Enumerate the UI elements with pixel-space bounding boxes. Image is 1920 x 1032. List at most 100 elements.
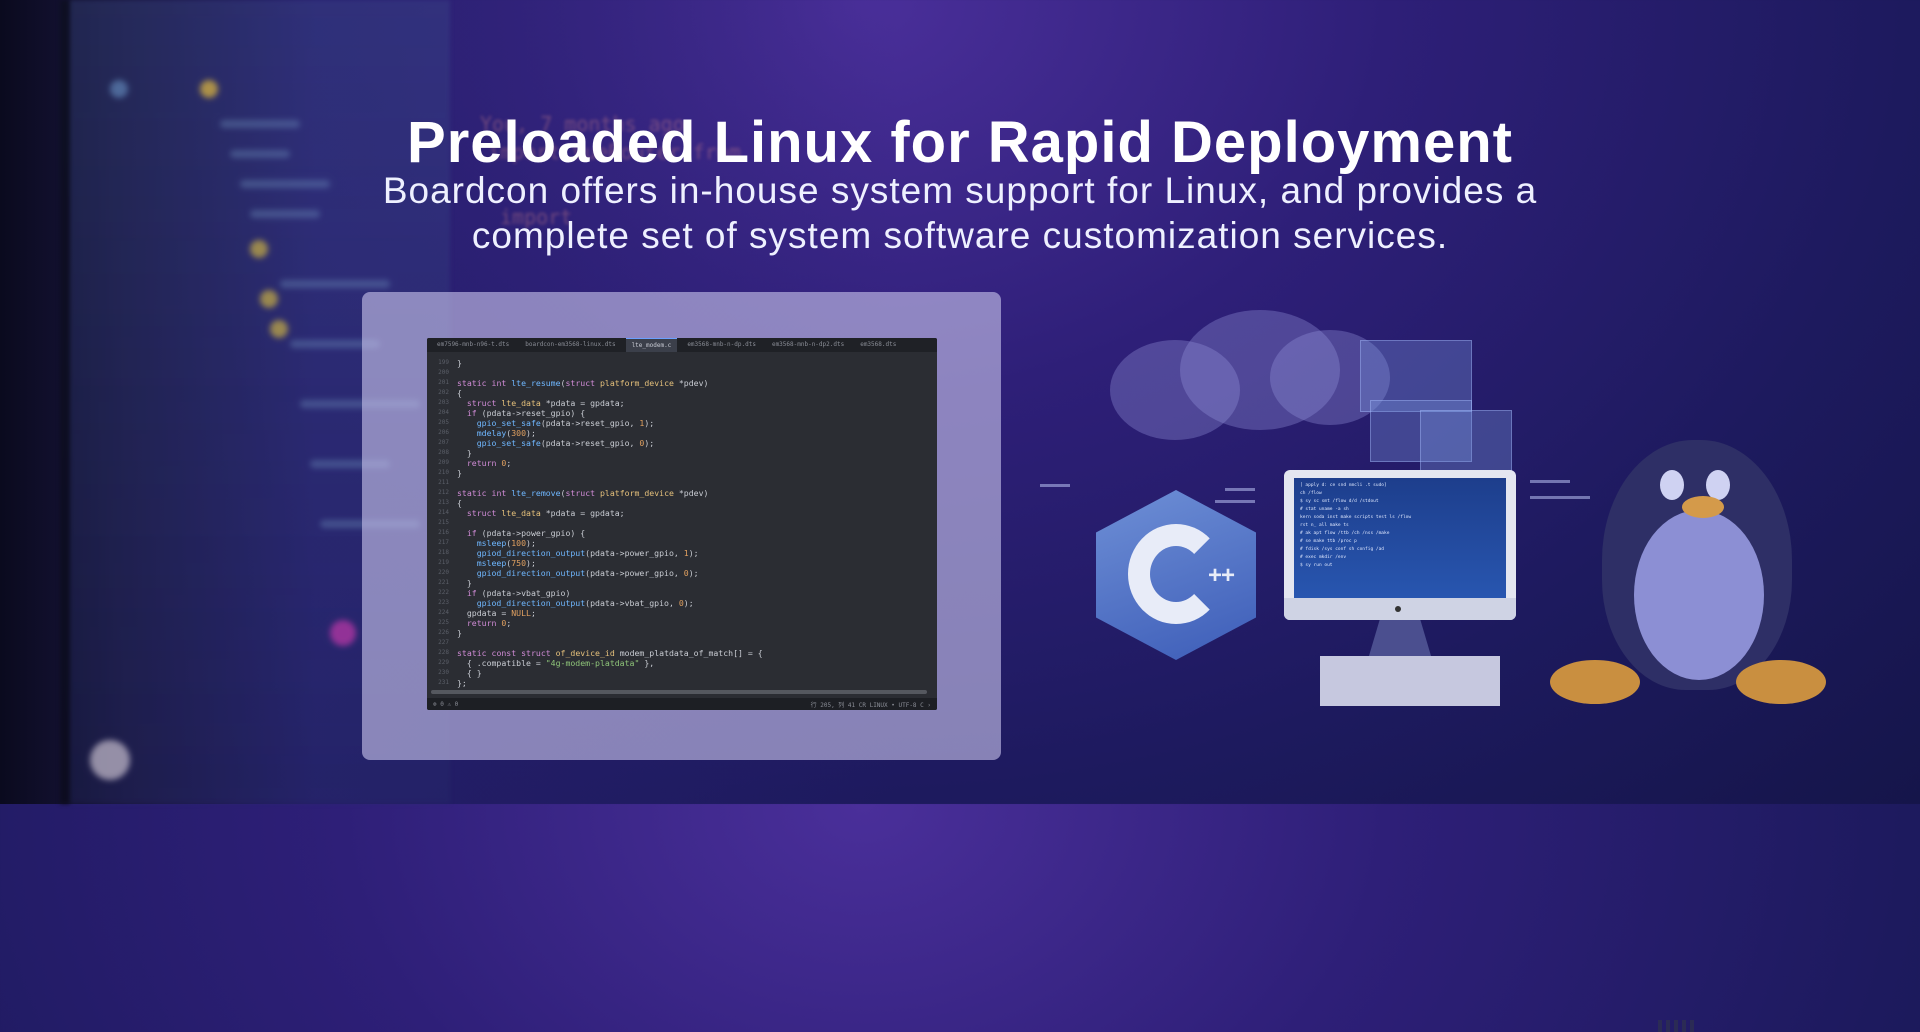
code-line: 211 — [427, 478, 937, 488]
cplusplus-plus-glyph: ++ — [1208, 562, 1235, 589]
code-line: 222 if (pdata->vbat_gpio) — [427, 588, 937, 598]
code-text: if (pdata->power_gpio) { — [466, 528, 586, 538]
decor-dash — [1215, 500, 1255, 503]
line-number: 229 — [438, 659, 449, 666]
subtitle-line-1: Boardcon offers in-house system support … — [382, 170, 1538, 211]
line-number: 208 — [438, 449, 449, 456]
code-text: { — [457, 388, 462, 398]
editor-tab[interactable]: em7596-mnb-n96-t.dts — [431, 338, 515, 352]
code-text: { .compatible = "4g-modem-platdata" }, — [457, 658, 655, 668]
code-line: 218 gpiod_direction_output(pdata->power_… — [427, 548, 937, 558]
decor-dash — [1530, 496, 1590, 499]
code-line: 205 gpio_set_safe(pdata->reset_gpio, 1); — [427, 418, 937, 428]
code-editor-screenshot: em7596-mnb-n96-t.dts boardcon-em3568-linu… — [427, 338, 937, 710]
code-line: 201 static int lte_resume(struct platform… — [427, 378, 937, 388]
editor-tab[interactable]: em3568.dts — [854, 338, 902, 352]
code-text: }; — [457, 678, 467, 688]
code-line: 226} — [427, 628, 937, 638]
code-line: 215 — [427, 518, 937, 528]
blur-line — [250, 210, 320, 218]
blur-dot — [330, 620, 356, 646]
line-number: 220 — [438, 569, 449, 576]
code-text: } — [457, 468, 462, 478]
decor-dash — [1530, 480, 1570, 483]
penguin-eye — [1660, 470, 1684, 500]
code-text: struct lte_data *pdata = gpdata; — [466, 398, 625, 408]
code-line: 208 } — [427, 448, 937, 458]
code-text: mdelay(300); — [476, 428, 536, 438]
line-number: 227 — [438, 639, 449, 646]
floating-panel — [1420, 410, 1512, 472]
terminal-line: # ak apt flow /ttb /ch /nss /make — [1300, 531, 1390, 536]
line-number: 210 — [438, 469, 449, 476]
code-line: 204 if (pdata->reset_gpio) { — [427, 408, 937, 418]
monitor-logo-dot — [1395, 606, 1401, 612]
terminal-line: # exec mkdir /env — [1300, 555, 1347, 560]
editor-tab[interactable]: em3568-mnb-n-dp.dts — [681, 338, 762, 352]
monitor-screen-terminal: [ apply d: ce snd nmcli .t sudo] ch /flo… — [1294, 478, 1506, 598]
editor-tab[interactable]: boardcon-em3568-linux.dts — [519, 338, 621, 352]
code-line: 220 gpiod_direction_output(pdata->power_… — [427, 568, 937, 578]
penguin-foot — [1736, 660, 1826, 704]
code-line: 214 struct lte_data *pdata = gpdata; — [427, 508, 937, 518]
terminal-line: rst n_ all make ts — [1300, 523, 1349, 528]
line-number: 230 — [438, 669, 449, 676]
code-text: } — [457, 448, 472, 458]
code-text: static const struct of_device_id modem_p… — [457, 648, 763, 658]
code-text: gpiod_direction_output(pdata->vbat_gpio,… — [476, 598, 694, 608]
editor-tab[interactable]: lte_modem.c — [625, 338, 678, 352]
line-number: 226 — [438, 629, 449, 636]
monitor-icon: [ apply d: ce snd nmcli .t sudo] ch /flo… — [1284, 470, 1516, 620]
code-line: 202 { — [427, 388, 937, 398]
code-area: 199} 200 201 static int lte_resume(struct p… — [427, 352, 937, 688]
code-text: static int lte_remove(struct platform_de… — [457, 488, 709, 498]
code-text: if (pdata->reset_gpio) { — [466, 408, 586, 418]
code-line: 227 — [427, 638, 937, 648]
line-number: 222 — [438, 589, 449, 596]
editor-tab-bar: em7596-mnb-n96-t.dts boardcon-em3568-linu… — [427, 338, 937, 352]
line-number: 224 — [438, 609, 449, 616]
code-line: 231}; — [427, 678, 937, 688]
code-text: } — [457, 578, 472, 588]
code-line: 209 return 0; — [427, 458, 937, 468]
decor-dash — [1040, 484, 1070, 487]
code-text: struct lte_data *pdata = gpdata; — [466, 508, 625, 518]
code-line: 225 return 0; — [427, 618, 937, 628]
code-text: { — [457, 498, 462, 508]
server-vent — [1658, 1020, 1698, 1032]
line-number: 219 — [438, 559, 449, 566]
code-line: 229 { .compatible = "4g-modem-platdata" … — [427, 658, 937, 668]
linux-illustration: ++ [ apply d: ce snd nmcli .t sudo] ch /… — [1030, 300, 1920, 1032]
code-line: 206 mdelay(300); — [427, 428, 937, 438]
line-number: 212 — [438, 489, 449, 496]
status-left: ⊗ 0 ⚠ 0 — [433, 700, 459, 708]
code-text: gpiod_direction_output(pdata->power_gpio… — [476, 548, 699, 558]
code-text: gpiod_direction_output(pdata->power_gpio… — [476, 568, 699, 578]
code-text: gpio_set_safe(pdata->reset_gpio, 1); — [476, 418, 655, 428]
code-screenshot-card: em7596-mnb-n96-t.dts boardcon-em3568-linu… — [362, 292, 1001, 760]
code-text: msleep(100); — [476, 538, 536, 548]
line-number: 223 — [438, 599, 449, 606]
code-line: 216 if (pdata->power_gpio) { — [427, 528, 937, 538]
line-number: 199 — [438, 359, 449, 366]
terminal-line: [ apply d: ce snd nmcli .t sudo] — [1300, 483, 1387, 488]
line-number: 203 — [438, 399, 449, 406]
server-base — [1320, 656, 1698, 1032]
terminal-line: kern soda inst make scripts test ls /flo… — [1300, 515, 1412, 520]
monitor-chin — [1284, 598, 1516, 620]
code-line: 219 msleep(750); — [427, 558, 937, 568]
blur-dot — [200, 80, 218, 98]
editor-tab[interactable]: em3568-mnb-n-dp2.dts — [766, 338, 850, 352]
blur-line — [240, 180, 330, 188]
code-line: 217 msleep(100); — [427, 538, 937, 548]
line-number: 201 — [438, 379, 449, 386]
blur-dot — [250, 240, 268, 258]
code-text: msleep(750); — [476, 558, 536, 568]
line-number: 211 — [438, 479, 449, 486]
code-text: gpdata = NULL; — [457, 608, 536, 618]
line-number: 202 — [438, 389, 449, 396]
code-line: 213 { — [427, 498, 937, 508]
code-line: 230 { } — [427, 668, 937, 678]
penguin-foot — [1550, 660, 1640, 704]
code-text: } — [457, 358, 462, 368]
